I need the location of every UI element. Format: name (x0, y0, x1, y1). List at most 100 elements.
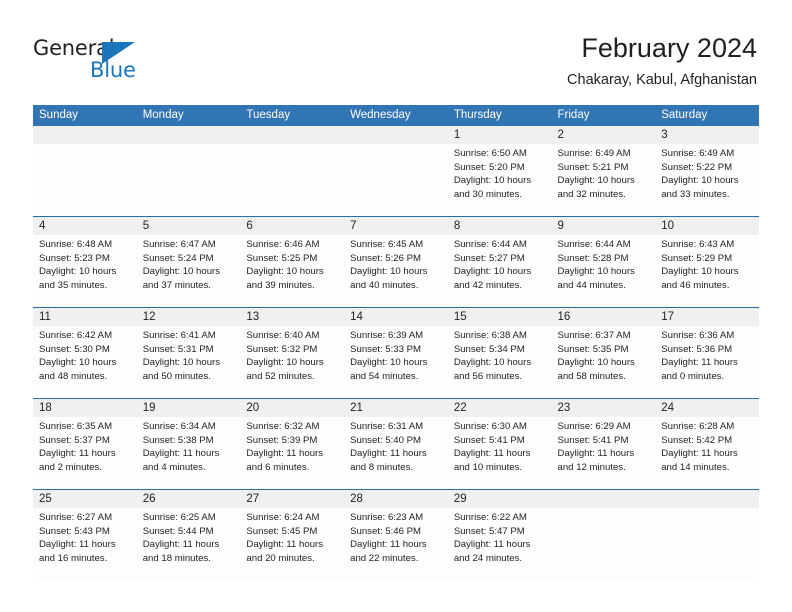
day-cell-28[interactable]: Sunrise: 6:23 AM Sunset: 5:46 PM Daylight:… (344, 508, 448, 580)
day-number-1[interactable]: 1 (448, 126, 552, 144)
day-detail-line: Sunset: 5:25 PM (246, 252, 318, 264)
day-number-26[interactable]: 26 (137, 490, 241, 508)
day-detail-line: Sunrise: 6:49 AM (661, 148, 735, 159)
day-number-29[interactable]: 29 (448, 490, 552, 508)
day-detail-line: Sunset: 5:41 PM (453, 434, 525, 446)
day-number-2[interactable]: 2 (552, 126, 656, 144)
day-cell-25[interactable]: Sunrise: 6:27 AM Sunset: 5:43 PM Daylight:… (33, 508, 137, 580)
calendar-week-row: 11 12 13 14 15 16 17 Sunrise: 6:42 AM Sunset: 5:… (33, 307, 759, 398)
day-detail-line: and 2 minutes. (39, 461, 102, 473)
day-detail-line: and 30 minutes. (453, 188, 523, 200)
day-cell-13[interactable]: Sunrise: 6:40 AM Sunset: 5:32 PM Daylight:… (240, 326, 344, 398)
day-detail-line: and 48 minutes. (39, 370, 108, 382)
day-cell-14[interactable]: Sunrise: 6:39 AM Sunset: 5:33 PM Daylight:… (344, 326, 448, 398)
day-detail-line: Sunrise: 6:29 AM (557, 421, 631, 432)
day-number-18[interactable]: 18 (33, 399, 137, 417)
day-cell-17[interactable]: Sunrise: 6:36 AM Sunset: 5:36 PM Daylight:… (655, 326, 759, 398)
day-cell-16[interactable]: Sunrise: 6:37 AM Sunset: 5:35 PM Daylight:… (552, 326, 656, 398)
day-number-6[interactable]: 6 (240, 217, 344, 235)
day-detail-line: Daylight: 10 hours (350, 357, 428, 369)
day-detail-line: Sunrise: 6:36 AM (661, 330, 735, 341)
day-detail-line: and 10 minutes. (453, 461, 523, 473)
day-cell-5[interactable]: Sunrise: 6:47 AM Sunset: 5:24 PM Daylight:… (137, 235, 241, 307)
day-number-5[interactable]: 5 (137, 217, 241, 235)
day-number-empty (240, 126, 344, 144)
day-cell-11[interactable]: Sunrise: 6:42 AM Sunset: 5:30 PM Daylight:… (33, 326, 137, 398)
day-detail-line: Sunset: 5:34 PM (453, 343, 525, 355)
day-number-24[interactable]: 24 (655, 399, 759, 417)
day-detail-line: Daylight: 10 hours (350, 266, 428, 278)
day-detail-line: Sunset: 5:29 PM (661, 252, 733, 264)
day-cell-1[interactable]: Sunrise: 6:50 AM Sunset: 5:20 PM Daylight:… (448, 144, 552, 216)
day-cell-23[interactable]: Sunrise: 6:29 AM Sunset: 5:41 PM Daylight:… (552, 417, 656, 489)
day-detail-line: Daylight: 11 hours (453, 448, 531, 460)
day-cell-21[interactable]: Sunrise: 6:31 AM Sunset: 5:40 PM Daylight:… (344, 417, 448, 489)
page-header: General Blue February 2024 Chakaray, Kab… (0, 0, 792, 105)
day-cell-15[interactable]: Sunrise: 6:38 AM Sunset: 5:34 PM Daylight:… (448, 326, 552, 398)
day-detail-line: Daylight: 10 hours (557, 266, 635, 278)
day-number-7[interactable]: 7 (344, 217, 448, 235)
day-cell-8[interactable]: Sunrise: 6:44 AM Sunset: 5:27 PM Daylight:… (448, 235, 552, 307)
day-cell-3[interactable]: Sunrise: 6:49 AM Sunset: 5:22 PM Daylight:… (655, 144, 759, 216)
day-number-17[interactable]: 17 (655, 308, 759, 326)
day-cell-22[interactable]: Sunrise: 6:30 AM Sunset: 5:41 PM Daylight:… (448, 417, 552, 489)
day-cell-7[interactable]: Sunrise: 6:45 AM Sunset: 5:26 PM Daylight:… (344, 235, 448, 307)
day-detail-line: Daylight: 11 hours (453, 539, 531, 551)
day-number-23[interactable]: 23 (552, 399, 656, 417)
day-number-27[interactable]: 27 (240, 490, 344, 508)
weekday-header-thursday: Thursday (453, 109, 502, 121)
day-detail-line: and 6 minutes. (246, 461, 310, 473)
day-number-20[interactable]: 20 (240, 399, 344, 417)
day-number-10[interactable]: 10 (655, 217, 759, 235)
day-cell-2[interactable]: Sunrise: 6:49 AM Sunset: 5:21 PM Daylight:… (552, 144, 656, 216)
day-number-8[interactable]: 8 (448, 217, 552, 235)
day-number-22[interactable]: 22 (448, 399, 552, 417)
day-detail-line: and 22 minutes. (350, 552, 419, 564)
day-detail-line: Sunrise: 6:27 AM (39, 512, 113, 523)
day-number-19[interactable]: 19 (137, 399, 241, 417)
day-detail-line: and 14 minutes. (661, 461, 730, 473)
day-cell-29[interactable]: Sunrise: 6:22 AM Sunset: 5:47 PM Daylight:… (448, 508, 552, 580)
day-detail-line: Daylight: 10 hours (142, 266, 221, 278)
day-detail-line: Daylight: 10 hours (453, 175, 532, 187)
day-detail-line: Sunset: 5:22 PM (661, 161, 733, 173)
day-cell-9[interactable]: Sunrise: 6:44 AM Sunset: 5:28 PM Daylight:… (552, 235, 656, 307)
day-number-3[interactable]: 3 (655, 126, 759, 144)
day-number-11[interactable]: 11 (33, 308, 137, 326)
day-cell-19[interactable]: Sunrise: 6:34 AM Sunset: 5:38 PM Daylight:… (137, 417, 241, 489)
weekday-header-wednesday: Wednesday (350, 109, 411, 121)
day-cell-6[interactable]: Sunrise: 6:46 AM Sunset: 5:25 PM Daylight:… (240, 235, 344, 307)
day-detail-line: Sunset: 5:28 PM (557, 252, 629, 264)
day-number-9[interactable]: 9 (552, 217, 656, 235)
day-detail-line: Daylight: 10 hours (557, 357, 635, 369)
day-number-21[interactable]: 21 (344, 399, 448, 417)
day-cell-26[interactable]: Sunrise: 6:25 AM Sunset: 5:44 PM Daylight:… (137, 508, 241, 580)
day-cell-20[interactable]: Sunrise: 6:32 AM Sunset: 5:39 PM Daylight:… (240, 417, 344, 489)
day-cell-18[interactable]: Sunrise: 6:35 AM Sunset: 5:37 PM Daylight:… (33, 417, 137, 489)
day-number-28[interactable]: 28 (344, 490, 448, 508)
day-detail-line: Daylight: 10 hours (39, 266, 117, 278)
day-detail-line: and 0 minutes. (661, 370, 725, 382)
calendar-weeks: 1 2 3 Sunrise: 6:50 AM Sunset: 5:20 PM Daylig… (33, 126, 759, 580)
day-detail-line: and 52 minutes. (246, 370, 315, 382)
day-number-15[interactable]: 15 (448, 308, 552, 326)
day-detail-line: Sunrise: 6:28 AM (661, 421, 735, 432)
weekday-header-monday: Monday (142, 109, 184, 121)
day-number-12[interactable]: 12 (137, 308, 241, 326)
week-day-numbers: 25 26 27 28 29 (33, 490, 759, 508)
day-detail-line: and 16 minutes. (39, 552, 108, 564)
day-detail-line: Daylight: 11 hours (557, 448, 635, 460)
day-cell-10[interactable]: Sunrise: 6:43 AM Sunset: 5:29 PM Daylight:… (655, 235, 759, 307)
day-number-16[interactable]: 16 (552, 308, 656, 326)
day-cell-12[interactable]: Sunrise: 6:41 AM Sunset: 5:31 PM Daylight:… (137, 326, 241, 398)
day-cell-4[interactable]: Sunrise: 6:48 AM Sunset: 5:23 PM Daylight:… (33, 235, 137, 307)
day-number-14[interactable]: 14 (344, 308, 448, 326)
day-number-13[interactable]: 13 (240, 308, 344, 326)
day-cell-24[interactable]: Sunrise: 6:28 AM Sunset: 5:42 PM Daylight:… (655, 417, 759, 489)
day-number-25[interactable]: 25 (33, 490, 137, 508)
day-detail-line: and 12 minutes. (557, 461, 626, 473)
day-number-4[interactable]: 4 (33, 217, 137, 235)
day-detail-line: and 24 minutes. (453, 552, 523, 564)
day-cell-27[interactable]: Sunrise: 6:24 AM Sunset: 5:45 PM Daylight:… (240, 508, 344, 580)
day-detail-line: and 42 minutes. (453, 279, 523, 291)
